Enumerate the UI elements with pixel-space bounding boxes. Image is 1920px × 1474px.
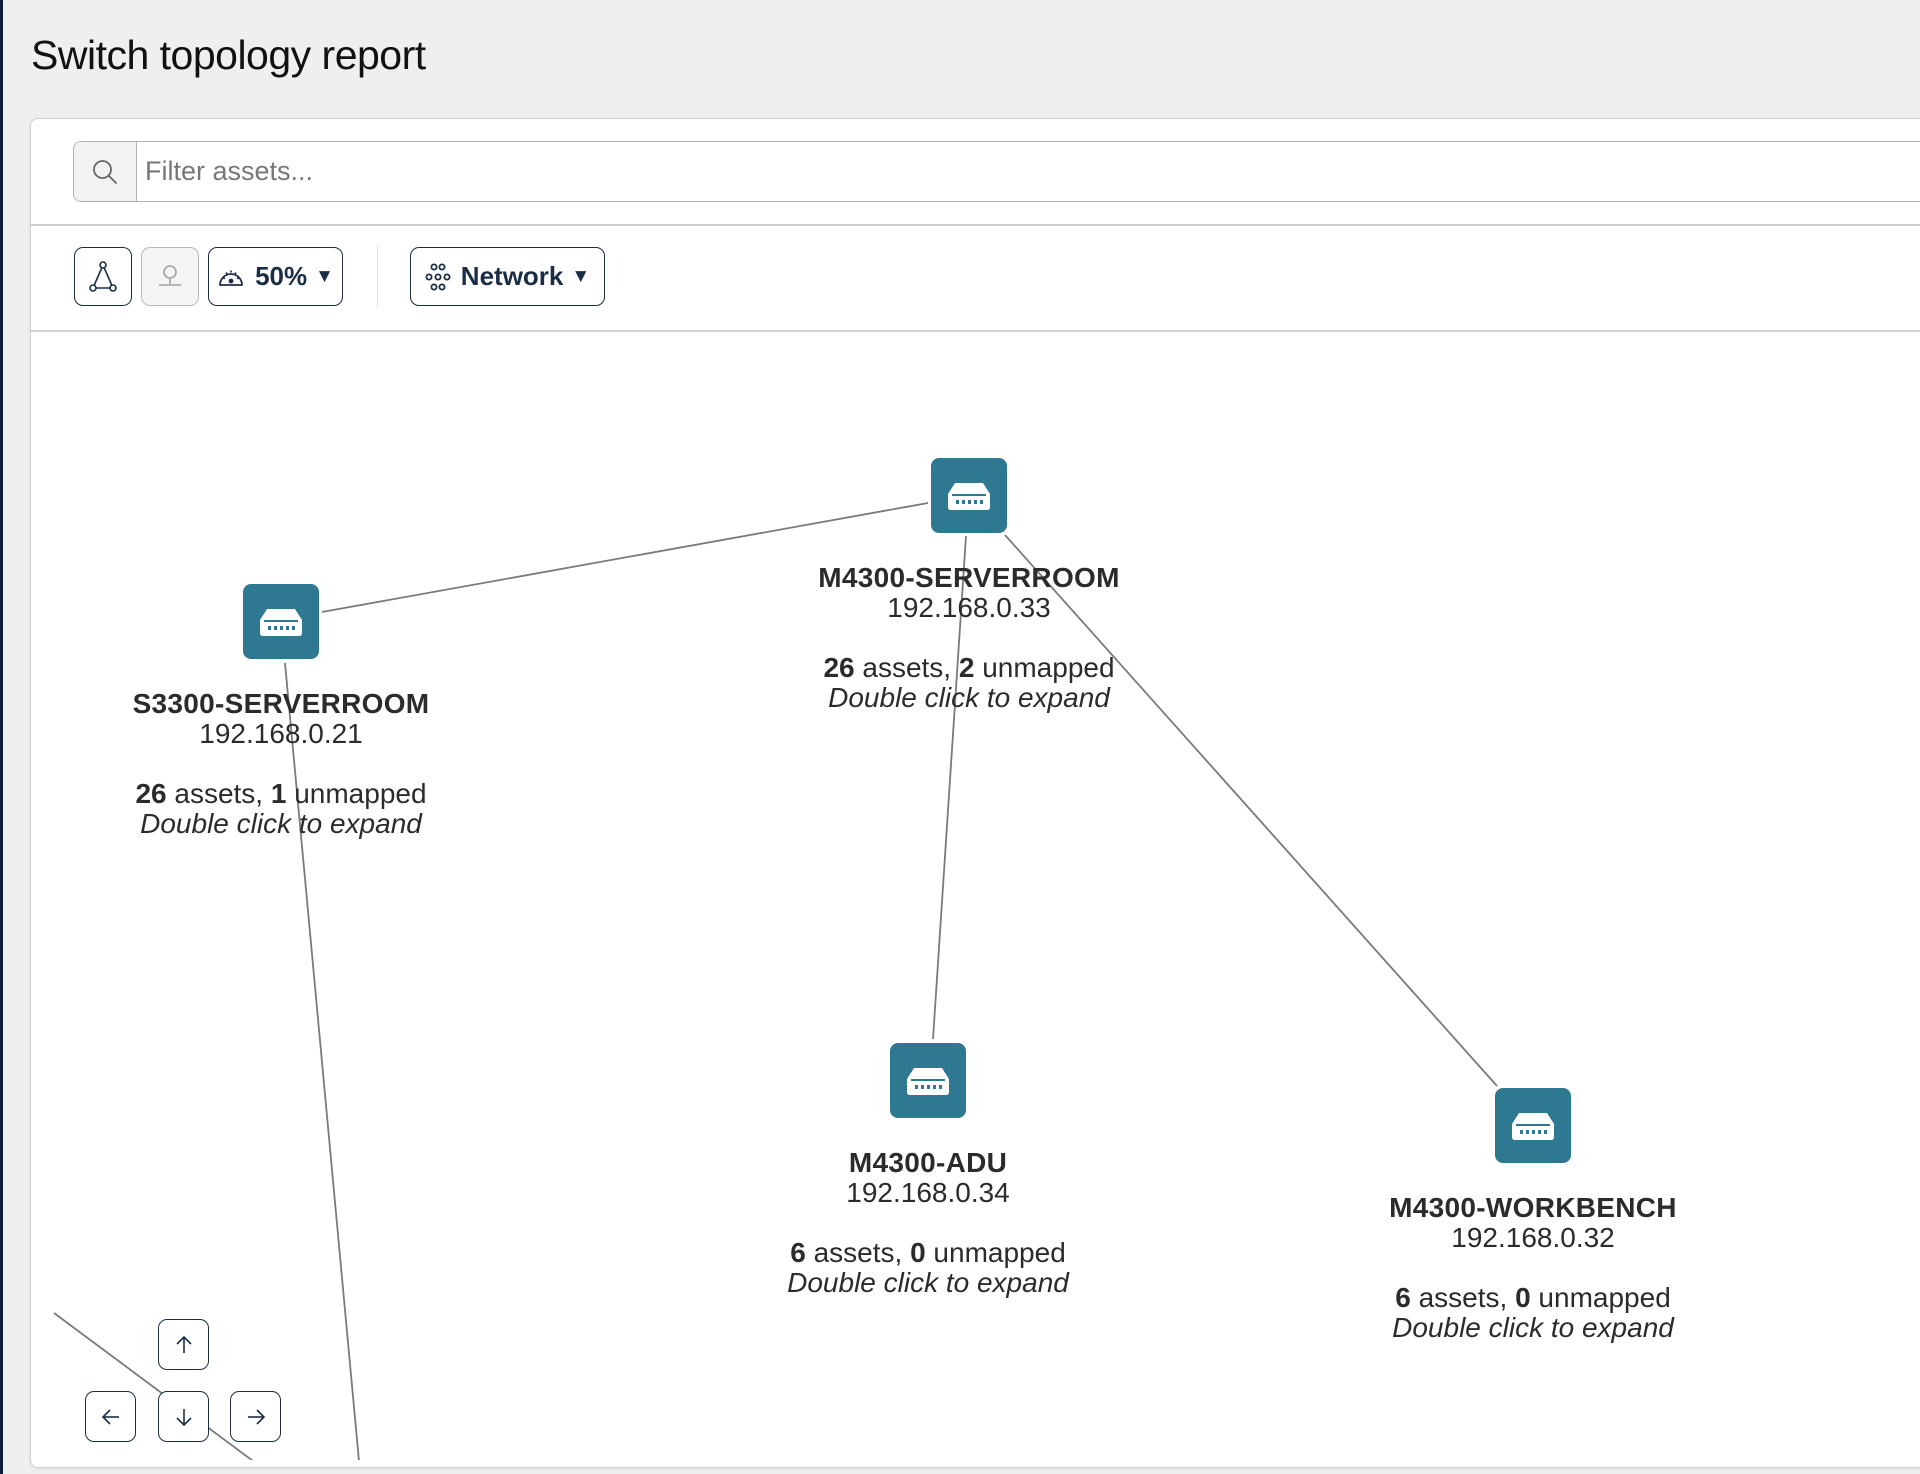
node-ip: 192.168.0.34 — [846, 1177, 1010, 1208]
node-name: M4300-SERVERROOM — [818, 562, 1120, 593]
unmapped-label: unmapped — [925, 1237, 1066, 1268]
node-stats: 26 assets, 1 unmapped — [81, 779, 481, 809]
unmapped-label: unmapped — [1530, 1282, 1671, 1313]
switch-icon[interactable] — [931, 458, 1007, 533]
node-name: M4300-WORKBENCH — [1389, 1192, 1677, 1223]
topology-canvas[interactable]: M4300-SERVERROOM 192.168.0.33 26 assets,… — [31, 332, 1920, 1460]
view-mode-value: Network — [460, 261, 564, 291]
asset-count: 26 — [823, 652, 855, 683]
assets-label: assets, — [805, 1237, 911, 1268]
assets-label: assets, — [1410, 1282, 1516, 1313]
zoom-level-select[interactable]: 50% ▼ — [208, 247, 343, 306]
topology-node[interactable]: M4300-ADU 192.168.0.34 6 assets, 0 unmap… — [728, 1043, 1128, 1298]
node-ip: 192.168.0.21 — [199, 718, 363, 749]
unmapped-label: unmapped — [974, 652, 1115, 683]
asset-count: 6 — [1395, 1282, 1411, 1313]
arrow-up-icon — [175, 1335, 192, 1353]
graph-layout-icon — [89, 260, 117, 292]
node-ip: 192.168.0.33 — [887, 592, 1051, 623]
expand-hint: Double click to expand — [787, 1267, 1069, 1298]
toolbar-divider — [377, 246, 378, 308]
topology-card: 50% ▼ Network ▼ — [30, 118, 1920, 1468]
page-title: Switch topology report — [31, 32, 426, 78]
expand-hint: Double click to expand — [1392, 1312, 1674, 1343]
toolbar: 50% ▼ Network ▼ — [31, 226, 1920, 332]
unmapped-count: 0 — [1515, 1282, 1531, 1313]
pin-button[interactable] — [141, 247, 199, 306]
chevron-down-icon: ▼ — [315, 265, 334, 287]
topology-node[interactable]: M4300-SERVERROOM 192.168.0.33 26 assets,… — [769, 458, 1169, 713]
layout-button[interactable] — [74, 247, 132, 306]
network-icon — [425, 263, 451, 290]
arrow-left-icon — [101, 1408, 119, 1425]
assets-label: assets, — [854, 652, 959, 683]
unmapped-count: 1 — [270, 778, 287, 809]
switch-icon[interactable] — [243, 584, 319, 659]
node-ip: 192.168.0.32 — [1451, 1222, 1615, 1253]
pan-down-button[interactable] — [158, 1391, 209, 1442]
pin-icon — [159, 264, 181, 286]
gauge-icon — [219, 270, 243, 286]
pan-left-button[interactable] — [85, 1391, 136, 1442]
node-name: S3300-SERVERROOM — [132, 688, 430, 719]
search-field[interactable] — [73, 141, 1920, 202]
view-mode-select[interactable]: Network ▼ — [410, 247, 605, 306]
pan-right-button[interactable] — [230, 1391, 281, 1442]
node-stats: 26 assets, 2 unmapped — [769, 653, 1169, 683]
node-stats: 6 assets, 0 unmapped — [1333, 1283, 1733, 1313]
asset-count: 6 — [790, 1237, 806, 1268]
topology-node[interactable]: M4300-WORKBENCH 192.168.0.32 6 assets, 0… — [1333, 1088, 1733, 1343]
switch-icon[interactable] — [890, 1043, 966, 1118]
expand-hint: Double click to expand — [828, 682, 1110, 713]
app-sidebar-edge — [0, 0, 3, 1474]
asset-count: 26 — [135, 778, 167, 809]
chevron-down-icon: ▼ — [571, 265, 591, 287]
pan-up-button[interactable] — [158, 1319, 209, 1370]
arrow-right-icon — [247, 1408, 265, 1425]
search-icon — [74, 142, 137, 201]
node-stats: 6 assets, 0 unmapped — [728, 1238, 1128, 1268]
zoom-level-value: 50% — [255, 261, 308, 291]
unmapped-count: 0 — [910, 1237, 926, 1268]
search-input[interactable] — [137, 142, 1920, 201]
assets-label: assets, — [166, 778, 271, 809]
search-row — [31, 119, 1920, 226]
unmapped-label: unmapped — [286, 778, 427, 809]
arrow-down-icon — [175, 1408, 192, 1426]
topology-node[interactable]: S3300-SERVERROOM 192.168.0.21 26 assets,… — [81, 584, 481, 839]
switch-icon[interactable] — [1495, 1088, 1571, 1163]
node-name: M4300-ADU — [848, 1147, 1008, 1178]
edge-offscreen-left — [53, 1312, 254, 1460]
expand-hint: Double click to expand — [140, 808, 422, 839]
unmapped-count: 2 — [958, 652, 975, 683]
